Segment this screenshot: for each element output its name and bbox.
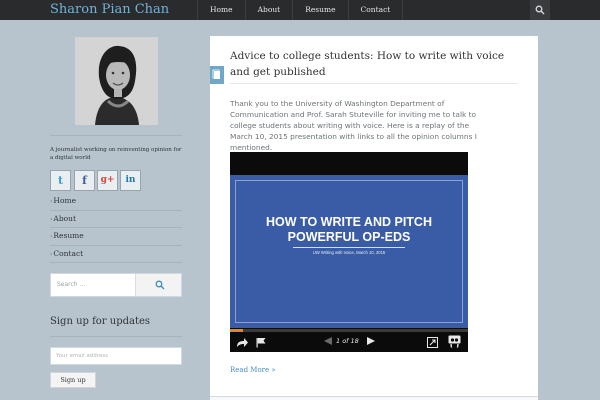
google-plus-icon: g+ (100, 175, 115, 185)
flag-icon[interactable] (256, 337, 266, 348)
search-icon (155, 280, 165, 290)
nav-item-resume[interactable]: Resume (292, 0, 347, 20)
slide-title: HOW TO WRITE AND PITCH POWERFUL OP-EDS (266, 215, 432, 244)
fullscreen-icon[interactable] (427, 337, 438, 348)
search-placeholder: Search ... (57, 281, 86, 288)
sidebar-item-about[interactable]: ›About (50, 211, 182, 228)
signup-divider (50, 336, 182, 337)
sidebar-menu: ›Home ›About ›Resume ›Contact (50, 193, 182, 263)
signup-heading: Sign up for updates (50, 316, 151, 327)
sidebar-item-label: About (53, 213, 76, 223)
next-article-card (210, 396, 538, 400)
article-excerpt: Thank you to the University of Washingto… (230, 99, 477, 152)
sidebar-item-home[interactable]: ›Home (50, 193, 182, 211)
slideshow-embed[interactable]: HOW TO WRITE AND PITCH POWERFUL OP-EDS U… (230, 152, 468, 352)
sidebar-divider (50, 135, 182, 136)
top-search-button[interactable] (530, 0, 550, 20)
signup-button[interactable]: Sign up (50, 372, 96, 388)
email-placeholder: Your email address (56, 353, 109, 359)
sidebar-search-input[interactable]: Search ... (50, 273, 182, 297)
progress-fill (230, 329, 244, 332)
read-more-link[interactable]: Read More » (230, 366, 276, 374)
slideshare-logo-icon[interactable] (448, 335, 461, 348)
email-field[interactable]: Your email address (50, 347, 182, 365)
slide-page-count: 1 of 18 (336, 337, 359, 345)
search-icon (535, 5, 545, 15)
facebook-button[interactable]: f (74, 170, 95, 191)
sidebar-item-label: Contact (53, 248, 84, 258)
share-icon[interactable] (236, 337, 248, 348)
sidebar-item-resume[interactable]: ›Resume (50, 228, 182, 246)
linkedin-icon: in (125, 175, 136, 185)
next-slide-icon[interactable] (366, 336, 376, 346)
title-divider (230, 83, 518, 84)
linkedin-button[interactable]: in (120, 170, 141, 191)
slide: HOW TO WRITE AND PITCH POWERFUL OP-EDS U… (230, 175, 468, 328)
sidebar-item-label: Resume (53, 231, 84, 240)
twitter-button[interactable]: t (50, 170, 71, 191)
sidebar-item-label: Home (53, 196, 77, 205)
nav-item-about[interactable]: About (244, 0, 293, 20)
site-title[interactable]: Sharon Pian Chan (50, 0, 169, 20)
sidebar-item-contact[interactable]: ›Contact (50, 246, 182, 263)
nav-item-contact[interactable]: Contact (347, 0, 404, 20)
tagline: A journalist working on reinventing opin… (50, 147, 182, 161)
avatar (75, 37, 158, 125)
twitter-icon: t (57, 174, 64, 187)
article-title[interactable]: Advice to college students: How to write… (230, 48, 525, 80)
progress-bar[interactable] (230, 329, 468, 332)
post-format-icon (210, 66, 224, 84)
slide-subtitle: UW Writing with Voice, March 10, 2015 (312, 250, 386, 255)
previous-slide-icon[interactable] (323, 336, 333, 346)
sidebar-search-button[interactable] (135, 274, 181, 296)
facebook-icon: f (82, 174, 87, 187)
google-plus-button[interactable]: g+ (97, 170, 118, 191)
slide-divider (293, 247, 405, 248)
nav-item-home[interactable]: Home (197, 0, 245, 20)
main-nav: Home About Resume Contact (197, 0, 404, 20)
